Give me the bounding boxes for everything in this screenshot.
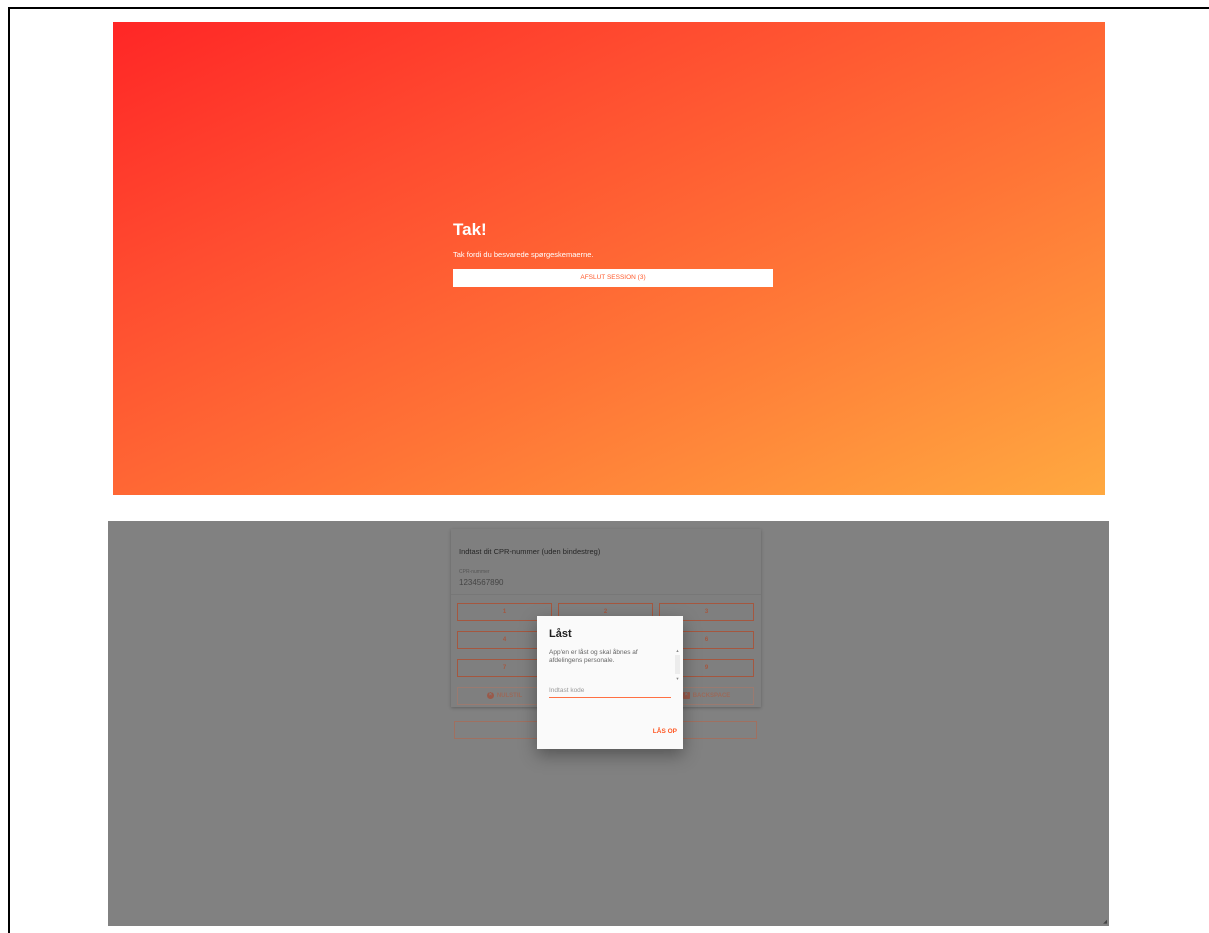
lock-dialog: Låst App'en er låst og skal åbnes af afd… [537, 616, 683, 749]
lock-title: Låst [549, 628, 572, 640]
backspace-icon: × [682, 691, 690, 699]
lock-scrollbar[interactable]: ▲ ▼ [675, 648, 680, 681]
cpr-screen: Indtast dit CPR-nummer (uden bindestreg)… [108, 521, 1109, 926]
thanks-message: Tak fordi du besvarede spørgeskemaerne. [453, 250, 594, 259]
backspace-label: BACKSPACE [692, 693, 731, 699]
reset-icon: × [486, 691, 494, 699]
unlock-button[interactable]: LÅS OP [637, 724, 677, 738]
scroll-down-icon[interactable]: ▼ [675, 676, 680, 681]
thanks-screen: Tak! Tak fordi du besvarede spørgeskemae… [113, 22, 1105, 495]
lock-message: App'en er låst og skal åbnes af afdeling… [549, 649, 638, 664]
frame-border-top [8, 7, 1209, 9]
cpr-field-label: CPR-nummer [459, 569, 490, 575]
resize-grip-icon[interactable]: ◢ [1103, 919, 1107, 925]
thanks-title: Tak! [453, 220, 487, 239]
cpr-divider [451, 594, 761, 595]
frame-border-left [8, 7, 10, 933]
scroll-thumb[interactable] [675, 655, 680, 674]
reset-label: NULSTIL [496, 693, 523, 699]
cpr-title: Indtast dit CPR-nummer (uden bindestreg) [459, 547, 601, 556]
scroll-up-icon[interactable]: ▲ [675, 648, 680, 653]
code-input[interactable] [549, 683, 671, 698]
cpr-input[interactable] [459, 578, 749, 587]
end-session-button[interactable]: AFSLUT SESSION (3) [453, 269, 773, 287]
